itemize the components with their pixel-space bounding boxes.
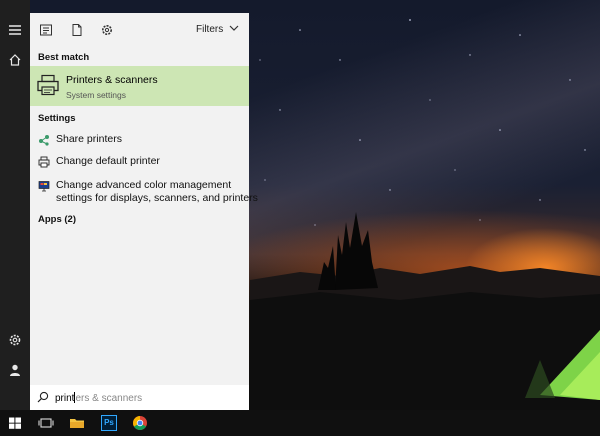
start-sidebar xyxy=(0,0,30,410)
search-results-panel: Filters Best match Printers & scanners S… xyxy=(30,13,258,410)
share-printers-label: Share printers xyxy=(56,133,122,145)
share-printers-item[interactable]: Share printers xyxy=(30,133,249,147)
color-management-label: Change advanced color management setting… xyxy=(56,179,258,205)
chevron-down-icon xyxy=(229,24,239,35)
home-icon[interactable] xyxy=(7,52,23,68)
change-default-printer-label: Change default printer xyxy=(56,155,160,167)
color-management-label-line1: Change advanced color management xyxy=(56,179,232,191)
task-view-icon[interactable] xyxy=(38,415,54,431)
color-management-icon xyxy=(38,180,50,192)
best-match-result[interactable]: Printers & scanners System settings xyxy=(30,66,249,106)
windows-start-icon[interactable] xyxy=(7,415,23,431)
settings-heading: Settings xyxy=(38,113,76,124)
best-match-heading: Best match xyxy=(38,52,90,63)
color-management-item[interactable]: Change advanced color management setting… xyxy=(30,179,258,207)
taskbar: Ps xyxy=(0,410,600,436)
settings-gear-icon[interactable] xyxy=(7,332,23,348)
file-explorer-icon[interactable] xyxy=(69,415,85,431)
search-suggestion-text: ers & scanners xyxy=(75,393,143,404)
search-icon xyxy=(37,391,49,403)
best-match-title: Printers & scanners xyxy=(66,74,158,86)
user-icon[interactable] xyxy=(7,362,23,378)
share-printers-icon xyxy=(38,134,50,146)
gear-icon[interactable] xyxy=(100,23,114,37)
hamburger-menu-icon[interactable] xyxy=(7,22,23,38)
printer-scanner-icon xyxy=(36,73,60,97)
printer-icon xyxy=(38,156,50,168)
photoshop-icon[interactable]: Ps xyxy=(101,415,117,431)
change-default-printer-item[interactable]: Change default printer xyxy=(30,155,249,169)
document-list-icon[interactable] xyxy=(39,23,53,37)
chrome-icon[interactable] xyxy=(132,415,148,431)
document-icon[interactable] xyxy=(70,23,84,37)
color-management-label-line2: settings for displays, scanners, and pri… xyxy=(56,192,258,204)
search-text[interactable]: printers & scanners xyxy=(55,392,142,404)
filters-dropdown[interactable]: Filters xyxy=(196,24,239,35)
filters-label: Filters xyxy=(195,24,224,35)
search-input[interactable]: printers & scanners xyxy=(30,385,249,410)
panel-top-bar: Filters xyxy=(30,13,249,47)
apps-heading[interactable]: Apps (2) xyxy=(38,214,76,225)
search-typed-text: print xyxy=(55,393,75,404)
best-match-subtitle: System settings xyxy=(66,90,126,100)
photoshop-label: Ps xyxy=(104,418,114,427)
